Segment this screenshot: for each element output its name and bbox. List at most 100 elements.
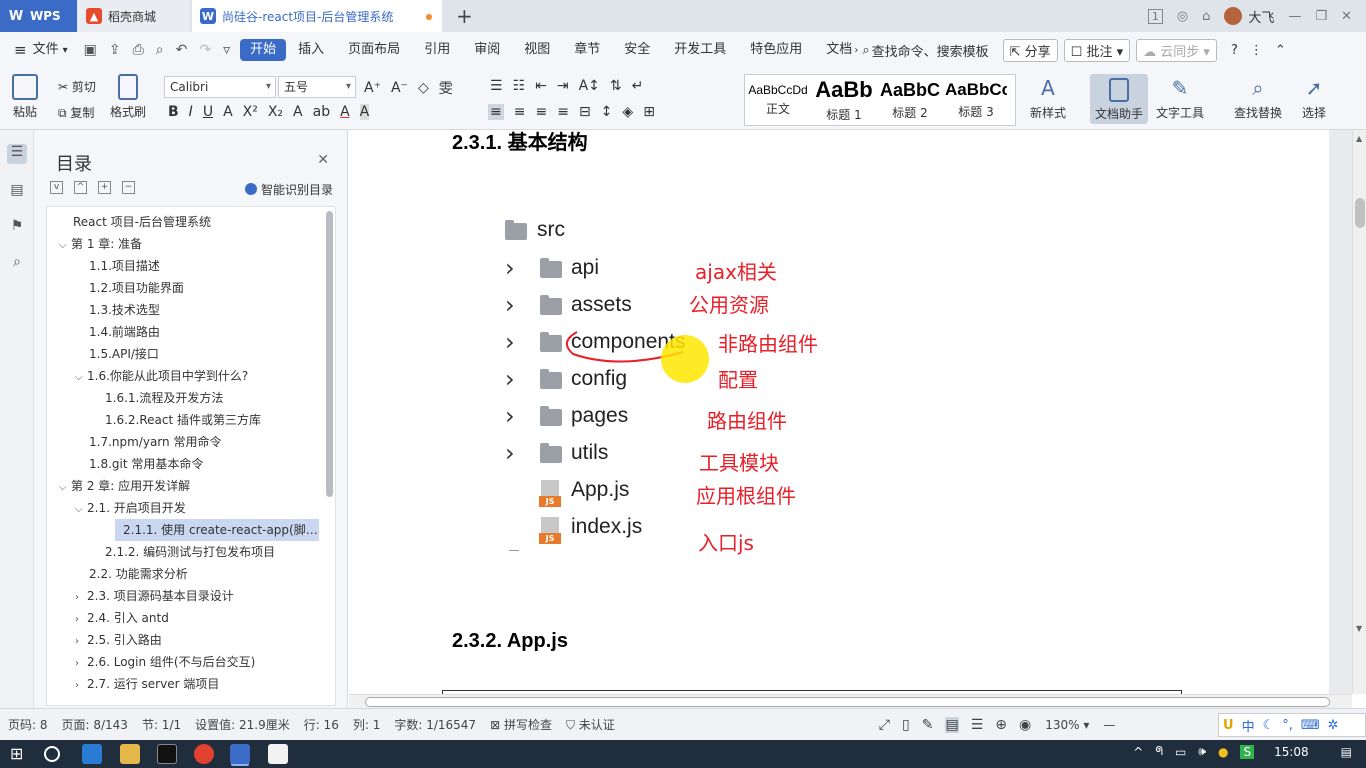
certification-button[interactable]: ⛉ 未认证	[566, 716, 615, 733]
tab-page-layout[interactable]: 页面布局	[336, 39, 412, 61]
tab-chapter[interactable]: 章节	[562, 39, 612, 61]
toc-item[interactable]: 1.5.API/接口	[47, 343, 319, 365]
outdent-icon[interactable]: ⇤	[535, 78, 547, 94]
distribute-icon[interactable]: ⊟	[579, 104, 591, 120]
toc-item[interactable]: 1.2.项目功能界面	[47, 277, 319, 299]
text-direction-icon[interactable]: A↕	[579, 78, 600, 94]
tab-doc[interactable]: 文档	[814, 39, 854, 61]
new-style-button[interactable]: A 新样式	[1030, 76, 1066, 121]
skin-icon[interactable]: ◎	[1177, 9, 1188, 24]
toc-item[interactable]: 1.1.项目描述	[47, 255, 319, 277]
avatar[interactable]	[1224, 7, 1243, 25]
tab-home[interactable]: 开始	[240, 39, 287, 61]
user-name[interactable]: 大飞	[1248, 7, 1274, 26]
status-words[interactable]: 字数: 1/16547	[394, 716, 476, 733]
char-shading-icon[interactable]: A	[359, 104, 370, 120]
number-list-icon[interactable]: ☷	[513, 78, 526, 94]
chevron-down-icon[interactable]: ⌵	[75, 367, 87, 387]
chevron-down-icon[interactable]: ⌵	[59, 477, 71, 497]
reading-mode-icon[interactable]: ▯	[902, 717, 910, 733]
h-scroll-thumb[interactable]	[365, 697, 1330, 707]
new-tab-icon[interactable]: +	[456, 4, 473, 28]
tab-security[interactable]: 安全	[612, 39, 662, 61]
indent-icon[interactable]: ⇥	[557, 78, 569, 94]
style-heading-1[interactable]: AaBb 标题 1	[811, 75, 877, 125]
web-view-icon[interactable]: ⊕	[995, 717, 1007, 733]
tray-color-icon[interactable]: ●	[1218, 745, 1228, 759]
tab-document[interactable]: W 尚硅谷-react项目-后台管理系统	[192, 0, 442, 32]
clear-format-icon[interactable]: ◇	[418, 80, 429, 96]
tab-wps[interactable]: W WPS	[0, 0, 77, 32]
text-tools-button[interactable]: ✎ 文字工具	[1156, 76, 1204, 121]
toc-item[interactable]: ⌵ 1.6.你能从此项目中学到什么?	[47, 365, 319, 387]
add-heading-icon[interactable]: +	[98, 181, 111, 194]
vertical-scrollbar[interactable]: ▲ ▼	[1352, 130, 1366, 694]
toc-item[interactable]: ⌵ 第 1 章: 准备	[47, 233, 319, 255]
underline-icon[interactable]: U	[203, 104, 213, 120]
shirt-icon[interactable]: ⌂	[1202, 9, 1210, 24]
select-button[interactable]: ➚ 选择	[1302, 76, 1326, 121]
restore-icon[interactable]: ❐	[1315, 9, 1327, 24]
chevron-right-icon[interactable]: ›	[75, 587, 87, 607]
find-replace-button[interactable]: ⌕ 查找替换	[1234, 76, 1282, 121]
terminal-icon[interactable]	[157, 744, 177, 764]
ime-mode[interactable]: 中	[1242, 716, 1255, 735]
toc-item[interactable]: 1.4.前端路由	[47, 321, 319, 343]
minimize-icon[interactable]: —	[1288, 9, 1301, 24]
toc-item[interactable]: 1.8.git 常用基本命令	[47, 453, 319, 475]
chevron-down-icon[interactable]: ▾	[63, 45, 68, 56]
outline-view-icon[interactable]: ☰	[971, 717, 984, 733]
status-pages[interactable]: 页面: 8/143	[62, 716, 128, 733]
tab-special-apps[interactable]: 特色应用	[738, 39, 814, 61]
keyboard-icon[interactable]: ⌨	[1301, 718, 1320, 733]
toc-icon[interactable]: ☰	[7, 144, 27, 164]
document-page[interactable]: 2.3.1. 基本结构 src › api › assets › components › c…	[349, 130, 1329, 694]
line-break-icon[interactable]: ↵	[632, 78, 644, 94]
toc-item[interactable]: › 2.6. Login 组件(不与后台交互)	[47, 651, 319, 673]
window-badge[interactable]: 1	[1147, 8, 1163, 24]
redo-icon[interactable]: ↷	[199, 42, 211, 58]
font-family-select[interactable]: Calibri	[164, 76, 276, 98]
chevron-down-icon[interactable]: ⌵	[59, 235, 71, 255]
font-color-icon[interactable]: A	[340, 104, 350, 120]
toc-item[interactable]: › 2.5. 引入路由	[47, 629, 319, 651]
zoom-out-icon[interactable]: —	[1103, 718, 1115, 732]
more-icon[interactable]: ▿	[223, 42, 230, 58]
toc-item[interactable]: 2.1.1. 使用 create-react-app(脚手…	[115, 519, 319, 541]
sort-icon[interactable]: ⇅	[610, 78, 622, 94]
eye-protect-icon[interactable]: ◉	[1019, 717, 1031, 733]
toc-scrollbar[interactable]	[326, 211, 333, 497]
status-row[interactable]: 行: 16	[304, 716, 339, 733]
style-normal[interactable]: AaBbCcDd 正文	[745, 75, 811, 125]
expand-up-icon[interactable]: ^	[74, 181, 87, 194]
page-thumbnail-icon[interactable]: ▤	[7, 182, 27, 202]
toc-item[interactable]: ⌵ 2.1. 开启项目开发	[47, 497, 319, 519]
toc-item[interactable]: 1.6.1.流程及开发方法	[47, 387, 319, 409]
tab-view[interactable]: 视图	[512, 39, 562, 61]
toc-item[interactable]: ⌵ 第 2 章: 应用开发详解	[47, 475, 319, 497]
tray-chevron-icon[interactable]: ^	[1133, 745, 1143, 759]
phonetic-icon[interactable]: 雯	[439, 78, 453, 98]
punctuation-icon[interactable]: °,	[1282, 718, 1293, 733]
tab-references[interactable]: 引用	[412, 39, 462, 61]
tray-s-icon[interactable]: S	[1240, 744, 1255, 759]
align-right-icon[interactable]: ≡	[535, 104, 547, 120]
find-icon[interactable]: ⌕	[7, 254, 27, 274]
border-icon[interactable]: ⊞	[643, 104, 655, 120]
network-icon[interactable]: ▭	[1175, 745, 1186, 759]
tab-dev-tools[interactable]: 开发工具	[662, 39, 738, 61]
remove-heading-icon[interactable]: −	[122, 181, 135, 194]
chrome-icon[interactable]	[194, 744, 214, 764]
italic-icon[interactable]: I	[189, 104, 193, 120]
bookmark-icon[interactable]: ⚑	[7, 218, 27, 238]
explorer-icon[interactable]	[120, 744, 140, 764]
hamburger-icon[interactable]: ≡	[0, 41, 27, 59]
justify-icon[interactable]: ≡	[557, 104, 569, 120]
text-effect-icon[interactable]: A	[293, 104, 303, 120]
horizontal-scrollbar[interactable]	[349, 694, 1352, 708]
toc-item[interactable]: 1.3.技术选型	[47, 299, 319, 321]
clock[interactable]: 15:08	[1274, 745, 1309, 759]
toc-item[interactable]: › 2.7. 运行 server 端项目	[47, 673, 319, 695]
scroll-thumb[interactable]	[1355, 198, 1365, 228]
collapse-all-icon[interactable]: v	[50, 181, 63, 194]
